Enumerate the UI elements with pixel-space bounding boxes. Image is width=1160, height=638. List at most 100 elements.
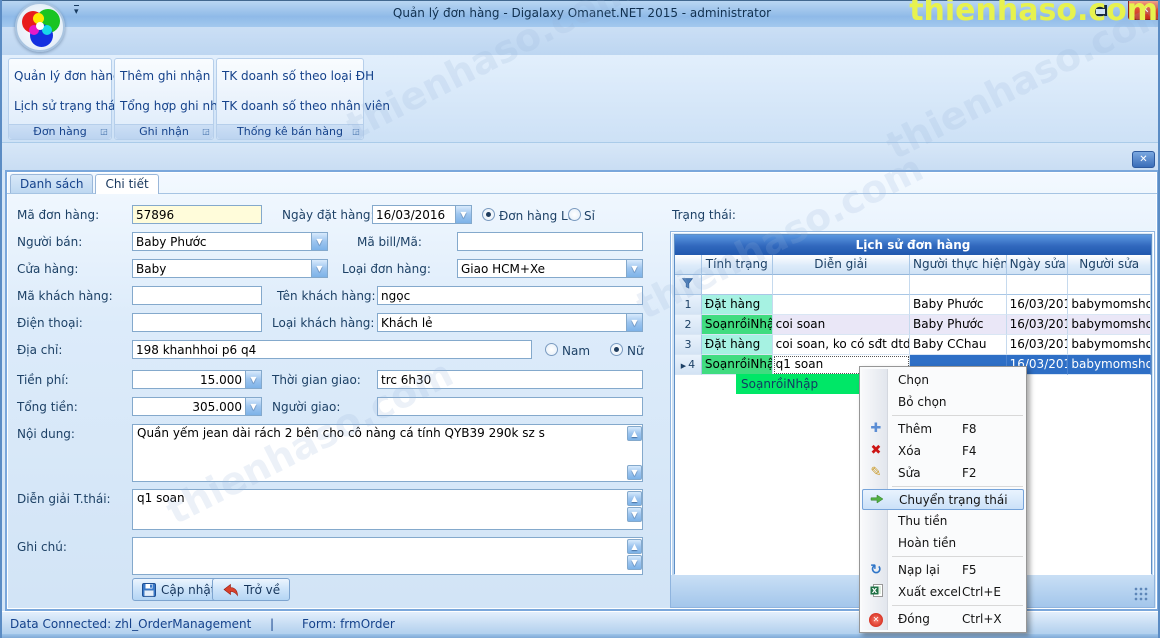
menu-item-bo-chon[interactable]: Bỏ chọn [862, 391, 1024, 413]
status-note-textarea[interactable]: q1 soan [132, 489, 643, 530]
column-header-dien-giai[interactable]: Diễn giải [773, 255, 910, 275]
content-textarea[interactable]: Quần yếm jean dài rách 2 bên cho cô nàng… [132, 424, 643, 482]
cell-desc[interactable]: coi soan, ko có sđt dtd c... [773, 335, 910, 355]
chevron-down-icon[interactable]: ▼ [311, 233, 327, 250]
app-menu-button[interactable] [15, 2, 65, 52]
chevron-down-icon[interactable]: ▼ [626, 260, 642, 277]
label-ngay-dat-hang: Ngày đặt hàng: [282, 208, 375, 222]
menu-item-hoan-tien[interactable]: Hoàn tiền [862, 532, 1024, 554]
menu-separator [892, 556, 1023, 557]
cell-editor[interactable]: babymomshop [1068, 335, 1151, 355]
cell-user[interactable]: Baby Phước [910, 295, 1007, 315]
chevron-down-icon[interactable]: ▼ [626, 314, 642, 331]
filter-cell[interactable] [702, 275, 773, 295]
chevron-down-icon[interactable]: ▼ [245, 371, 261, 388]
filter-cell[interactable] [1007, 275, 1069, 295]
order-type-combo[interactable]: Giao HCM+Xe ▼ [457, 259, 643, 278]
menu-item-chuyen-trang-thai[interactable]: Chuyển trạng thái [862, 489, 1024, 510]
order-id-input[interactable] [132, 205, 262, 224]
dialog-launcher-icon[interactable]: ◲ [351, 127, 361, 137]
scroll-down-icon[interactable]: ▼ [627, 507, 642, 522]
scroll-down-icon[interactable]: ▼ [627, 555, 642, 570]
cell-date[interactable]: 16/03/2016 [1007, 335, 1069, 355]
row-number: 3 [675, 335, 702, 355]
deliverer-input[interactable] [377, 397, 643, 416]
chevron-down-icon[interactable]: ▼ [245, 398, 261, 415]
order-date-picker[interactable]: 16/03/2016 ▼ [372, 205, 472, 224]
phone-input[interactable] [132, 313, 262, 332]
menu-item-thu-tien[interactable]: Thu tiền [862, 510, 1024, 532]
back-button[interactable]: Trở về [212, 578, 290, 601]
column-header-nguoi-thuc-hien[interactable]: Người thực hiện [910, 255, 1007, 275]
cell-editor[interactable]: babymomshop [1068, 315, 1151, 335]
resize-grip[interactable] [1134, 587, 1148, 601]
menu-item-xuat-excel[interactable]: X Xuất excelCtrl+E [862, 581, 1024, 603]
maximize-icon[interactable] [1094, 5, 1107, 16]
notes-textarea[interactable] [132, 537, 643, 575]
ribbon-item-tk-doanh-so-loai-dh[interactable]: TK doanh số theo loại ĐH [222, 69, 374, 83]
customer-id-input[interactable] [132, 286, 262, 305]
customer-name-input[interactable] [377, 286, 643, 305]
chevron-down-icon[interactable]: ▼ [455, 206, 471, 223]
cell-status[interactable]: SoạnrồiNhập [702, 355, 773, 375]
cell-status[interactable]: Đặt hàng [702, 295, 773, 315]
cell-user[interactable]: Baby Phước [910, 315, 1007, 335]
scroll-up-icon[interactable]: ▲ [627, 491, 642, 506]
radio-don-hang-le[interactable] [482, 208, 495, 221]
tab-chi-tiet[interactable]: Chi tiết [95, 174, 158, 194]
cell-user[interactable]: Baby CChau [910, 335, 1007, 355]
fee-spinner[interactable]: 15.000 ▼ [132, 370, 262, 389]
tab-danh-sach[interactable]: Danh sách [10, 174, 93, 193]
cell-date[interactable]: 16/03/2016 [1007, 295, 1069, 315]
cell-status[interactable]: SoạnrồiNhập [702, 315, 773, 335]
column-header-nguoi-sua[interactable]: Người sửa [1068, 255, 1151, 275]
cell-editor[interactable]: babymomshop [1068, 295, 1151, 315]
menu-item-xoa[interactable]: ✖ XóaF4 [862, 440, 1024, 462]
dialog-launcher-icon[interactable]: ◲ [99, 127, 109, 137]
radio-si[interactable] [568, 208, 581, 221]
close-document-icon[interactable]: ✕ [1132, 151, 1155, 168]
bill-code-input[interactable] [457, 232, 643, 251]
delete-icon: ✖ [866, 444, 886, 458]
ribbon-item-lich-su-trang-thai[interactable]: Lịch sử trạng thái [14, 99, 119, 113]
scroll-up-icon[interactable]: ▲ [627, 539, 642, 554]
chevron-down-icon[interactable]: ▼ [311, 260, 327, 277]
delivery-time-input[interactable] [377, 370, 643, 389]
cell-status[interactable]: Đặt hàng [702, 335, 773, 355]
radio-nu[interactable] [610, 343, 623, 356]
scroll-down-icon[interactable]: ▼ [627, 465, 642, 480]
radio-label-don-hang-le: Đơn hàng Lẻ [499, 209, 575, 223]
column-header-tinh-trang[interactable]: Tính trạng [702, 255, 773, 275]
store-combo[interactable]: Baby ▼ [132, 259, 328, 278]
dialog-launcher-icon[interactable]: ◲ [201, 127, 211, 137]
ribbon-item-tk-doanh-so-nhan-vien[interactable]: TK doanh số theo nhân viên [222, 99, 390, 113]
menu-item-them[interactable]: ✚ ThêmF8 [862, 418, 1024, 440]
ribbon-item-quan-ly-don-hang[interactable]: Quản lý đơn hàng [14, 69, 121, 83]
cell-editor[interactable]: babymomshop [1068, 355, 1151, 375]
column-header-ngay-sua[interactable]: Ngày sửa [1007, 255, 1069, 275]
cell-desc[interactable]: coi soan [773, 315, 910, 335]
total-spinner[interactable]: 305.000 ▼ [132, 397, 262, 416]
customer-type-combo[interactable]: Khách lẻ ▼ [377, 313, 643, 332]
menu-item-chon[interactable]: Chọn [862, 369, 1024, 391]
ribbon-item-them-ghi-nhan[interactable]: Thêm ghi nhận [120, 69, 210, 83]
close-button[interactable]: ✕ [1128, 1, 1160, 20]
radio-nam[interactable] [545, 343, 558, 356]
filter-cell[interactable] [910, 275, 1007, 295]
label-nguoi-ban: Người bán: [17, 235, 82, 249]
filter-cell[interactable] [773, 275, 910, 295]
menu-item-dong[interactable]: ✕ ĐóngCtrl+X [862, 608, 1024, 630]
quick-access-dropdown-icon[interactable]: ▾ [74, 5, 79, 17]
seller-combo[interactable]: Baby Phước ▼ [132, 232, 328, 251]
table-row[interactable]: 2 SoạnrồiNhập coi soan Baby Phước 16/03/… [675, 315, 1151, 335]
menu-item-sua[interactable]: ✎ SửaF2 [862, 462, 1024, 484]
filter-cell[interactable] [1068, 275, 1151, 295]
table-row[interactable]: 1 Đặt hàng Baby Phước 16/03/2016 babymom… [675, 295, 1151, 315]
cell-date[interactable]: 16/03/2016 [1007, 315, 1069, 335]
scroll-up-icon[interactable]: ▲ [627, 426, 642, 441]
shortcut-label: F5 [962, 563, 977, 577]
address-input[interactable] [132, 340, 532, 359]
cell-desc[interactable] [773, 295, 910, 315]
table-row[interactable]: 3 Đặt hàng coi soan, ko có sđt dtd c... … [675, 335, 1151, 355]
menu-item-nap-lai[interactable]: ↻ Nạp lạiF5 [862, 559, 1024, 581]
